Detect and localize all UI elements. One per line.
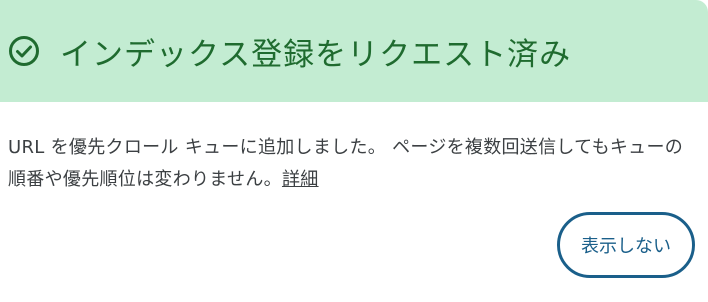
message-text: URL を優先クロール キューに追加しました。 ページを複数回送信してもキューの… [8,137,684,190]
check-circle-icon [8,35,40,67]
learn-more-link[interactable]: 詳細 [282,169,319,190]
dialog-title: インデックス登録をリクエスト済み [60,36,572,73]
request-indexing-dialog: インデックス登録をリクエスト済み URL を優先クロール キューに追加しました。… [0,0,708,302]
dialog-header: インデックス登録をリクエスト済み [0,0,708,102]
dialog-message: URL を優先クロール キューに追加しました。 ページを複数回送信してもキューの… [8,132,698,196]
dismiss-button[interactable]: 表示しない [557,212,695,278]
